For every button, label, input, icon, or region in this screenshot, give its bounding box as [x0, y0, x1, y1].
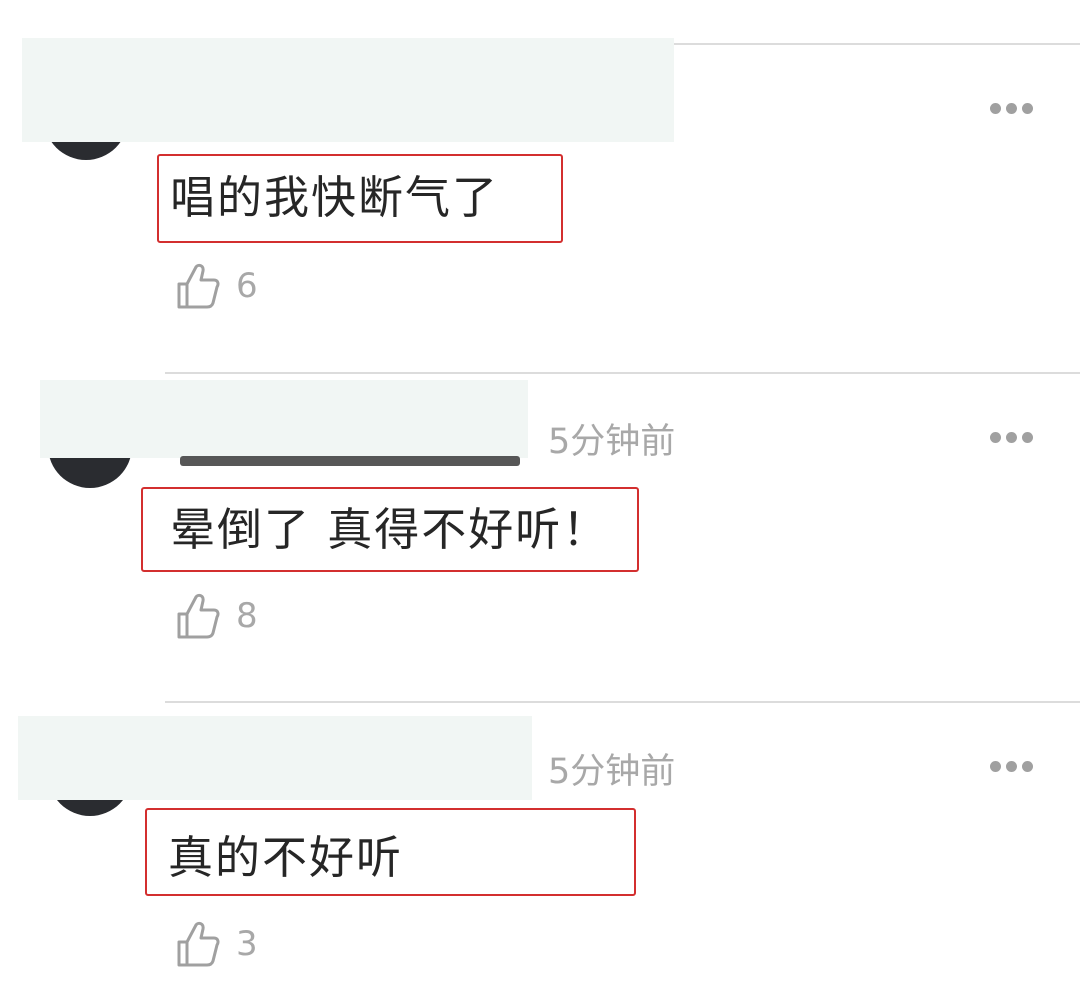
divider — [670, 43, 1080, 45]
divider — [165, 372, 1080, 374]
thumbs-up-icon — [177, 263, 220, 309]
like-button[interactable]: 3 — [176, 920, 286, 970]
divider — [165, 701, 1080, 703]
redacted-username — [18, 716, 532, 800]
more-options-button[interactable] — [990, 761, 1034, 773]
comment-text: 真的不好听 — [168, 831, 404, 884]
more-options-button[interactable] — [990, 103, 1034, 115]
redacted-username — [22, 38, 674, 142]
comment-text: 晕倒了 真得不好听！ — [170, 503, 610, 556]
comment-timestamp: 5分钟前 — [548, 422, 676, 462]
more-options-button[interactable] — [990, 432, 1034, 444]
like-count: 3 — [236, 924, 258, 964]
like-button[interactable]: 8 — [176, 592, 286, 642]
username-residue — [180, 456, 520, 466]
more-options-icon — [990, 103, 1001, 114]
comment-text: 唱的我快断气了 — [170, 171, 500, 224]
like-count: 6 — [236, 266, 258, 306]
like-count: 8 — [236, 596, 258, 636]
more-options-icon — [990, 432, 1001, 443]
comment-timestamp: 5分钟前 — [548, 752, 676, 792]
thumbs-up-icon — [177, 593, 220, 639]
more-options-icon — [990, 761, 1001, 772]
like-button[interactable]: 6 — [176, 262, 286, 312]
thumbs-up-icon — [177, 921, 220, 967]
redacted-username — [40, 380, 528, 458]
